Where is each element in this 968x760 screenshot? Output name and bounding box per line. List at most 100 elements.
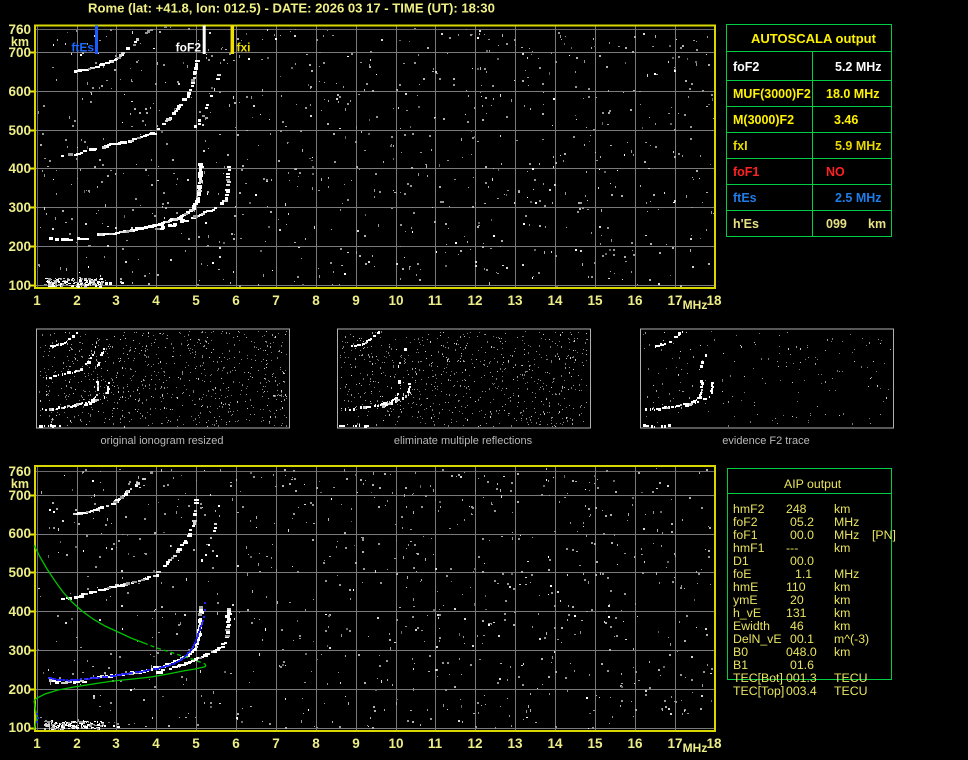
svg-text:11: 11	[428, 736, 443, 751]
svg-text:01.6: 01.6	[790, 658, 814, 672]
svg-text:Rome (lat: +41.8, lon: 012.5): Rome (lat: +41.8, lon: 012.5) - DATE: 20…	[88, 1, 495, 16]
svg-text:18: 18	[706, 293, 722, 308]
svg-text:hmF2: hmF2	[733, 502, 765, 516]
svg-text:500: 500	[8, 123, 31, 138]
svg-text:MHz: MHz	[683, 741, 708, 755]
svg-text:km: km	[834, 619, 850, 633]
svg-text:foF2: foF2	[176, 41, 202, 55]
svg-text:700: 700	[8, 488, 31, 503]
svg-text:05.2: 05.2	[790, 515, 814, 529]
svg-text:13: 13	[507, 293, 523, 308]
svg-text:16: 16	[627, 736, 643, 751]
svg-text:2.5 MHz: 2.5 MHz	[835, 191, 882, 205]
svg-text:DelN_vE: DelN_vE	[733, 632, 782, 646]
svg-text:5: 5	[192, 293, 200, 308]
svg-text:17: 17	[667, 293, 682, 308]
svg-text:km: km	[868, 217, 886, 231]
svg-text:NO: NO	[826, 165, 845, 179]
svg-text:fxi: fxi	[237, 41, 251, 55]
svg-text:hmE: hmE	[733, 580, 758, 594]
svg-text:2: 2	[73, 293, 81, 308]
svg-text:700: 700	[8, 45, 31, 60]
svg-text:600: 600	[8, 526, 31, 541]
svg-text:5: 5	[192, 736, 200, 751]
svg-text:[PN]: [PN]	[872, 528, 896, 542]
svg-text:ftEs: ftEs	[733, 191, 757, 205]
svg-text:AUTOSCALA output: AUTOSCALA output	[751, 31, 877, 46]
svg-text:---: ---	[786, 541, 798, 555]
svg-text:110: 110	[786, 580, 806, 594]
svg-text:14: 14	[547, 293, 563, 308]
svg-text:16: 16	[627, 293, 643, 308]
svg-text:km: km	[834, 606, 850, 620]
svg-text:9: 9	[352, 736, 360, 751]
svg-text:foF1: foF1	[733, 165, 759, 179]
svg-text:1: 1	[33, 736, 41, 751]
svg-text:5.9 MHz: 5.9 MHz	[835, 139, 882, 153]
svg-text:10: 10	[388, 736, 403, 751]
svg-text:048.0: 048.0	[786, 645, 817, 659]
svg-text:500: 500	[8, 565, 31, 580]
svg-text:foF1: foF1	[733, 528, 758, 542]
svg-text:00.1: 00.1	[790, 632, 814, 646]
svg-text:km: km	[834, 502, 850, 516]
svg-text:TEC[Bot]: TEC[Bot]	[733, 671, 783, 685]
svg-text:17: 17	[667, 736, 682, 751]
svg-text:B0: B0	[733, 645, 748, 659]
svg-text:3: 3	[112, 293, 120, 308]
svg-text:18: 18	[706, 736, 722, 751]
svg-text:1: 1	[33, 293, 41, 308]
svg-text:001.3: 001.3	[786, 671, 817, 685]
svg-text:46: 46	[790, 619, 804, 633]
svg-text:h_vE: h_vE	[733, 606, 761, 620]
svg-text:B1: B1	[733, 658, 748, 672]
svg-text:fxI: fxI	[733, 139, 748, 153]
svg-text:11: 11	[428, 293, 443, 308]
svg-text:12: 12	[467, 736, 482, 751]
svg-text:6: 6	[232, 293, 240, 308]
svg-text:400: 400	[8, 161, 31, 176]
svg-text:12: 12	[467, 293, 482, 308]
svg-text:300: 300	[8, 200, 31, 215]
svg-text:1.1: 1.1	[795, 567, 812, 581]
svg-text:hmF1: hmF1	[733, 541, 765, 555]
svg-text:km: km	[834, 580, 850, 594]
svg-text:foE: foE	[733, 567, 751, 581]
svg-text:m^(-3): m^(-3)	[834, 632, 869, 646]
svg-text:3: 3	[112, 736, 120, 751]
svg-text:20: 20	[790, 593, 804, 607]
svg-text:15: 15	[587, 736, 603, 751]
svg-text:100: 100	[8, 720, 31, 735]
svg-text:ymE: ymE	[733, 593, 758, 607]
svg-text:MHz: MHz	[834, 567, 859, 581]
svg-text:4: 4	[152, 736, 160, 751]
svg-text:14: 14	[547, 736, 563, 751]
svg-text:099: 099	[826, 217, 847, 231]
svg-text:evidence F2 trace: evidence F2 trace	[722, 435, 809, 447]
svg-text:15: 15	[587, 293, 603, 308]
svg-text:2: 2	[73, 736, 81, 751]
svg-text:200: 200	[8, 239, 31, 254]
svg-text:00.0: 00.0	[790, 554, 814, 568]
svg-text:MHz: MHz	[834, 515, 859, 529]
svg-text:400: 400	[8, 604, 31, 619]
svg-text:8: 8	[312, 293, 320, 308]
svg-text:300: 300	[8, 643, 31, 658]
svg-text:h'Es: h'Es	[733, 217, 759, 231]
svg-text:foF2: foF2	[733, 60, 759, 74]
svg-text:Ewidth: Ewidth	[733, 619, 770, 633]
svg-text:200: 200	[8, 682, 31, 697]
svg-text:eliminate multiple reflections: eliminate multiple reflections	[394, 435, 533, 447]
svg-text:original ionogram resized: original ionogram resized	[101, 435, 224, 447]
svg-text:4: 4	[152, 293, 160, 308]
svg-text:km: km	[834, 541, 850, 555]
svg-text:18.0 MHz: 18.0 MHz	[826, 87, 880, 101]
svg-text:MHz: MHz	[683, 298, 708, 312]
svg-text:00.0: 00.0	[790, 528, 814, 542]
svg-text:D1: D1	[733, 554, 749, 568]
svg-text:131: 131	[786, 606, 807, 620]
svg-text:TEC[Top]: TEC[Top]	[733, 684, 784, 698]
svg-text:M(3000)F2: M(3000)F2	[733, 113, 794, 127]
svg-text:km: km	[834, 593, 850, 607]
svg-text:km: km	[834, 645, 850, 659]
